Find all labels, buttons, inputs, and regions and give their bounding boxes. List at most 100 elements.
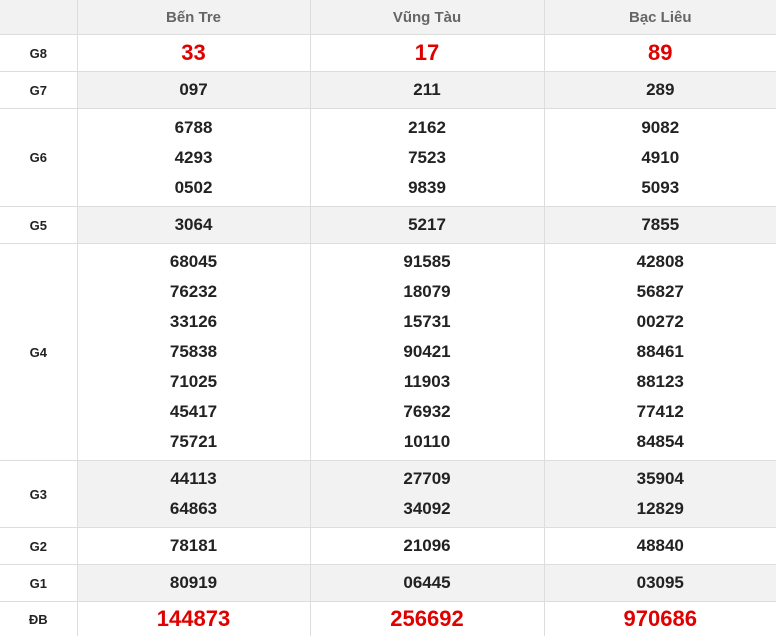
prize-row-g2: G2 78181 21096 48840: [0, 527, 776, 565]
prize-number: 33126: [169, 312, 218, 331]
prize-number: 77412: [636, 402, 684, 421]
prize-number: 88461: [636, 342, 684, 361]
prize-number: 11903: [403, 372, 451, 391]
prize-number: 76932: [403, 402, 451, 421]
prize-number: 35904: [636, 469, 684, 488]
prize-number: 75721: [169, 432, 218, 451]
prize-row-db: ĐB 144873 256692 970686: [0, 601, 776, 636]
prize-number: 5093: [641, 177, 680, 197]
prize-cell-g7-col1: 097: [76, 71, 310, 109]
prize-number: 3064: [174, 215, 213, 234]
prize-label: G7: [0, 71, 77, 109]
prize-number: 15731: [403, 312, 451, 331]
prize-number: 78181: [169, 536, 218, 555]
prize-number: 45417: [169, 402, 218, 421]
prize-cell-g4-col3: 42808 56827 00272 88461 88123 77412 84854: [543, 243, 776, 461]
prize-number: 91585: [403, 252, 451, 271]
prize-cell-g2-col2: 21096: [309, 527, 544, 565]
prize-cell-db-col2: 256692: [309, 601, 544, 636]
prize-label: G2: [0, 527, 77, 565]
prize-cell-g5-col3: 7855: [543, 206, 776, 244]
prize-number: 12829: [636, 499, 684, 518]
prize-cell-g8-col3: 89: [543, 34, 776, 72]
prize-number: 18079: [403, 282, 451, 301]
prize-cell-g6-col1: 6788 4293 0502: [76, 108, 310, 207]
prize-number: 097: [179, 80, 208, 99]
province-header-3[interactable]: Bạc Liêu: [543, 0, 776, 35]
prize-cell-g2-col3: 48840: [543, 527, 776, 565]
prize-cell-g1-col3: 03095: [543, 564, 776, 602]
prize-number: 256692: [390, 606, 464, 631]
prize-cell-g3-col2: 27709 34092: [309, 460, 544, 528]
prize-number: 289: [646, 80, 675, 99]
prize-cell-g1-col1: 80919: [76, 564, 310, 602]
prize-cell-g7-col3: 289: [543, 71, 776, 109]
prize-number: 71025: [169, 372, 218, 391]
prize-cell-db-col3: 970686: [543, 601, 776, 636]
prize-number: 34092: [403, 499, 451, 518]
prize-number: 90421: [403, 342, 451, 361]
prize-number: 4910: [641, 147, 680, 167]
prize-cell-g3-col3: 35904 12829: [543, 460, 776, 528]
prize-label: G3: [0, 460, 77, 528]
prize-cell-g4-col1: 68045 76232 33126 75838 71025 45417 75721: [76, 243, 310, 461]
prize-number: 76232: [169, 282, 218, 301]
prize-cell-g8-col2: 17: [309, 34, 544, 72]
prize-number: 17: [414, 40, 440, 65]
prize-row-g5: G5 3064 5217 7855: [0, 206, 776, 244]
prize-row-g6: G6 6788 4293 0502 2162 7523 9839 9082 4910 5093: [0, 108, 776, 207]
prize-label: G5: [0, 206, 77, 244]
prize-number: 48840: [636, 536, 684, 555]
prize-label: G6: [0, 108, 77, 207]
province-header-1[interactable]: Bến Tre: [76, 0, 310, 35]
prize-number: 27709: [403, 469, 451, 488]
prize-number: 21096: [403, 536, 451, 555]
prize-number: 9839: [408, 177, 446, 197]
prize-number: 42808: [636, 252, 684, 271]
prize-number: 44113: [170, 469, 217, 488]
prize-cell-g3-col1: 44113 64863: [76, 460, 310, 528]
prize-number: 00272: [636, 312, 684, 331]
prize-number: 7523: [408, 147, 446, 167]
prize-label: G8: [0, 34, 77, 72]
prize-number: 970686: [623, 606, 697, 631]
prize-number: 7855: [641, 215, 680, 234]
prize-cell-g7-col2: 211: [309, 71, 544, 109]
prize-number: 88123: [636, 372, 684, 391]
prize-number: 06445: [403, 573, 451, 592]
prize-number: 56827: [636, 282, 684, 301]
prize-number: 211: [413, 80, 441, 99]
prize-row-g4: G4 68045 76232 33126 75838 71025 45417 75721 915…: [0, 243, 776, 461]
prize-number: 03095: [636, 573, 684, 592]
prize-row-g8: G8 33 17 89: [0, 34, 776, 72]
prize-number: 144873: [156, 606, 231, 631]
prize-cell-g4-col2: 91585 18079 15731 90421 11903 76932 10110: [309, 243, 544, 461]
prize-cell-g5-col1: 3064: [76, 206, 310, 244]
prize-label: G1: [0, 564, 77, 602]
prize-number: 89: [648, 40, 673, 65]
province-header-2[interactable]: Vũng Tàu: [309, 0, 544, 35]
prize-cell-g1-col2: 06445: [309, 564, 544, 602]
prize-cell-db-col1: 144873: [76, 601, 310, 636]
prize-number: 64863: [169, 499, 218, 518]
prize-cell-g6-col3: 9082 4910 5093: [543, 108, 776, 207]
prize-cell-g5-col2: 5217: [309, 206, 544, 244]
prize-number: 2162: [408, 117, 446, 137]
prize-number: 0502: [174, 177, 213, 197]
prize-number: 5217: [408, 215, 446, 234]
lottery-results-table: Bến Tre Vũng Tàu Bạc Liêu G8 33 17 89 G7 097 2…: [0, 0, 776, 636]
prize-number: 10110: [403, 432, 451, 451]
prize-row-g1: G1 80919 06445 03095: [0, 564, 776, 602]
corner-cell: [0, 0, 77, 35]
prize-label: ĐB: [0, 601, 77, 636]
prize-cell-g6-col2: 2162 7523 9839: [309, 108, 544, 207]
prize-number: 75838: [169, 342, 218, 361]
prize-number: 6788: [174, 117, 213, 137]
prize-cell-g2-col1: 78181: [76, 527, 310, 565]
prize-number: 80919: [169, 573, 218, 592]
prize-row-g3: G3 44113 64863 27709 34092 35904 12829: [0, 460, 776, 528]
prize-cell-g8-col1: 33: [76, 34, 310, 72]
prize-number: 33: [181, 40, 206, 65]
prize-number: 68045: [169, 252, 218, 271]
prize-row-g7: G7 097 211 289: [0, 71, 776, 109]
